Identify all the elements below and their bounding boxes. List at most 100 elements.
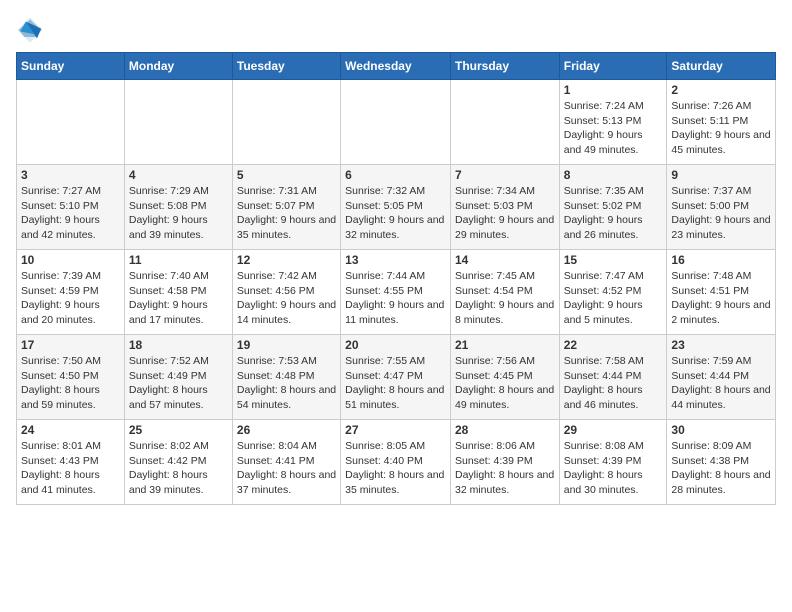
calendar-cell: 8 Sunrise: 7:35 AM Sunset: 5:02 PM Daylig… bbox=[559, 165, 667, 250]
day-number: 26 bbox=[237, 423, 336, 437]
calendar-cell: 18 Sunrise: 7:52 AM Sunset: 4:49 PM Dayli… bbox=[124, 335, 232, 420]
day-info: Sunrise: 7:29 AM Sunset: 5:08 PM Dayligh… bbox=[129, 184, 228, 243]
dow-header-friday: Friday bbox=[559, 53, 667, 80]
dow-header-wednesday: Wednesday bbox=[341, 53, 451, 80]
day-number: 12 bbox=[237, 253, 336, 267]
calendar-cell: 17Sunrise: 7:50 AM Sunset: 4:50 PM Dayli… bbox=[17, 335, 125, 420]
calendar-cell: 9 Sunrise: 7:37 AM Sunset: 5:00 PM Daylig… bbox=[667, 165, 776, 250]
calendar-cell bbox=[450, 80, 559, 165]
day-info: Sunrise: 8:05 AM Sunset: 4:40 PM Dayligh… bbox=[345, 439, 446, 498]
calendar-cell: 21Sunrise: 7:56 AM Sunset: 4:45 PM Dayli… bbox=[450, 335, 559, 420]
day-info: Sunrise: 8:04 AM Sunset: 4:41 PM Dayligh… bbox=[237, 439, 336, 498]
day-info: Sunrise: 7:55 AM Sunset: 4:47 PM Dayligh… bbox=[345, 354, 446, 413]
calendar-cell: 6 Sunrise: 7:32 AM Sunset: 5:05 PM Daylig… bbox=[341, 165, 451, 250]
day-number: 27 bbox=[345, 423, 446, 437]
day-info: Sunrise: 7:32 AM Sunset: 5:05 PM Dayligh… bbox=[345, 184, 446, 243]
day-number: 23 bbox=[671, 338, 771, 352]
day-number: 19 bbox=[237, 338, 336, 352]
day-number: 4 bbox=[129, 168, 228, 182]
day-info: Sunrise: 7:40 AM Sunset: 4:58 PM Dayligh… bbox=[129, 269, 228, 328]
day-number: 10 bbox=[21, 253, 120, 267]
day-info: Sunrise: 7:59 AM Sunset: 4:44 PM Dayligh… bbox=[671, 354, 771, 413]
calendar-cell: 11 Sunrise: 7:40 AM Sunset: 4:58 PM Dayli… bbox=[124, 250, 232, 335]
calendar-cell: 4 Sunrise: 7:29 AM Sunset: 5:08 PM Daylig… bbox=[124, 165, 232, 250]
days-of-week-row: SundayMondayTuesdayWednesdayThursdayFrid… bbox=[17, 53, 776, 80]
day-number: 2 bbox=[671, 83, 771, 97]
calendar-cell bbox=[17, 80, 125, 165]
calendar-cell: 16 Sunrise: 7:48 AM Sunset: 4:51 PM Dayli… bbox=[667, 250, 776, 335]
calendar-cell: 23 Sunrise: 7:59 AM Sunset: 4:44 PM Dayli… bbox=[667, 335, 776, 420]
day-info: Sunrise: 7:56 AM Sunset: 4:45 PM Dayligh… bbox=[455, 354, 555, 413]
calendar-cell: 27 Sunrise: 8:05 AM Sunset: 4:40 PM Dayli… bbox=[341, 420, 451, 505]
day-info: Sunrise: 8:08 AM Sunset: 4:39 PM Dayligh… bbox=[564, 439, 663, 498]
day-info: Sunrise: 7:47 AM Sunset: 4:52 PM Dayligh… bbox=[564, 269, 663, 328]
day-info: Sunrise: 8:09 AM Sunset: 4:38 PM Dayligh… bbox=[671, 439, 771, 498]
calendar-cell: 3 Sunrise: 7:27 AM Sunset: 5:10 PM Daylig… bbox=[17, 165, 125, 250]
calendar-cell: 2 Sunrise: 7:26 AM Sunset: 5:11 PM Daylig… bbox=[667, 80, 776, 165]
day-info: Sunrise: 7:34 AM Sunset: 5:03 PM Dayligh… bbox=[455, 184, 555, 243]
day-number: 28 bbox=[455, 423, 555, 437]
day-number: 30 bbox=[671, 423, 771, 437]
day-info: Sunrise: 7:27 AM Sunset: 5:10 PM Dayligh… bbox=[21, 184, 120, 243]
day-info: Sunrise: 7:42 AM Sunset: 4:56 PM Dayligh… bbox=[237, 269, 336, 328]
day-info: Sunrise: 7:26 AM Sunset: 5:11 PM Dayligh… bbox=[671, 99, 771, 158]
calendar-cell: 7 Sunrise: 7:34 AM Sunset: 5:03 PM Daylig… bbox=[450, 165, 559, 250]
day-number: 3 bbox=[21, 168, 120, 182]
calendar-cell: 22Sunrise: 7:58 AM Sunset: 4:44 PM Dayli… bbox=[559, 335, 667, 420]
day-info: Sunrise: 7:24 AM Sunset: 5:13 PM Dayligh… bbox=[564, 99, 663, 158]
logo bbox=[16, 16, 48, 44]
week-row-5: 24Sunrise: 8:01 AM Sunset: 4:43 PM Dayli… bbox=[17, 420, 776, 505]
day-number: 14 bbox=[455, 253, 555, 267]
week-row-3: 10Sunrise: 7:39 AM Sunset: 4:59 PM Dayli… bbox=[17, 250, 776, 335]
day-number: 13 bbox=[345, 253, 446, 267]
day-number: 15 bbox=[564, 253, 663, 267]
day-info: Sunrise: 7:45 AM Sunset: 4:54 PM Dayligh… bbox=[455, 269, 555, 328]
day-info: Sunrise: 7:48 AM Sunset: 4:51 PM Dayligh… bbox=[671, 269, 771, 328]
calendar-cell: 19 Sunrise: 7:53 AM Sunset: 4:48 PM Dayli… bbox=[232, 335, 340, 420]
calendar-cell: 30 Sunrise: 8:09 AM Sunset: 4:38 PM Dayli… bbox=[667, 420, 776, 505]
dow-header-saturday: Saturday bbox=[667, 53, 776, 80]
calendar-cell: 26 Sunrise: 8:04 AM Sunset: 4:41 PM Dayli… bbox=[232, 420, 340, 505]
week-row-1: 1 Sunrise: 7:24 AM Sunset: 5:13 PM Daylig… bbox=[17, 80, 776, 165]
day-info: Sunrise: 8:06 AM Sunset: 4:39 PM Dayligh… bbox=[455, 439, 555, 498]
calendar-cell bbox=[124, 80, 232, 165]
week-row-4: 17Sunrise: 7:50 AM Sunset: 4:50 PM Dayli… bbox=[17, 335, 776, 420]
calendar-cell: 20 Sunrise: 7:55 AM Sunset: 4:47 PM Dayli… bbox=[341, 335, 451, 420]
day-number: 25 bbox=[129, 423, 228, 437]
calendar-cell: 10Sunrise: 7:39 AM Sunset: 4:59 PM Dayli… bbox=[17, 250, 125, 335]
day-info: Sunrise: 7:37 AM Sunset: 5:00 PM Dayligh… bbox=[671, 184, 771, 243]
day-info: Sunrise: 7:44 AM Sunset: 4:55 PM Dayligh… bbox=[345, 269, 446, 328]
day-info: Sunrise: 7:52 AM Sunset: 4:49 PM Dayligh… bbox=[129, 354, 228, 413]
dow-header-sunday: Sunday bbox=[17, 53, 125, 80]
day-info: Sunrise: 7:35 AM Sunset: 5:02 PM Dayligh… bbox=[564, 184, 663, 243]
dow-header-monday: Monday bbox=[124, 53, 232, 80]
day-number: 5 bbox=[237, 168, 336, 182]
calendar-cell: 13 Sunrise: 7:44 AM Sunset: 4:55 PM Dayli… bbox=[341, 250, 451, 335]
calendar-cell: 1 Sunrise: 7:24 AM Sunset: 5:13 PM Daylig… bbox=[559, 80, 667, 165]
week-row-2: 3 Sunrise: 7:27 AM Sunset: 5:10 PM Daylig… bbox=[17, 165, 776, 250]
dow-header-thursday: Thursday bbox=[450, 53, 559, 80]
day-number: 8 bbox=[564, 168, 663, 182]
calendar-cell bbox=[232, 80, 340, 165]
day-number: 11 bbox=[129, 253, 228, 267]
calendar-cell bbox=[341, 80, 451, 165]
calendar-cell: 15 Sunrise: 7:47 AM Sunset: 4:52 PM Dayli… bbox=[559, 250, 667, 335]
calendar-cell: 28 Sunrise: 8:06 AM Sunset: 4:39 PM Dayli… bbox=[450, 420, 559, 505]
day-info: Sunrise: 7:50 AM Sunset: 4:50 PM Dayligh… bbox=[21, 354, 120, 413]
calendar-cell: 25 Sunrise: 8:02 AM Sunset: 4:42 PM Dayli… bbox=[124, 420, 232, 505]
day-number: 7 bbox=[455, 168, 555, 182]
calendar-cell: 5 Sunrise: 7:31 AM Sunset: 5:07 PM Daylig… bbox=[232, 165, 340, 250]
calendar-cell: 12 Sunrise: 7:42 AM Sunset: 4:56 PM Dayli… bbox=[232, 250, 340, 335]
day-number: 1 bbox=[564, 83, 663, 97]
day-info: Sunrise: 8:02 AM Sunset: 4:42 PM Dayligh… bbox=[129, 439, 228, 498]
calendar-cell: 29Sunrise: 8:08 AM Sunset: 4:39 PM Dayli… bbox=[559, 420, 667, 505]
day-info: Sunrise: 7:58 AM Sunset: 4:44 PM Dayligh… bbox=[564, 354, 663, 413]
day-number: 24 bbox=[21, 423, 120, 437]
day-info: Sunrise: 7:53 AM Sunset: 4:48 PM Dayligh… bbox=[237, 354, 336, 413]
day-info: Sunrise: 7:31 AM Sunset: 5:07 PM Dayligh… bbox=[237, 184, 336, 243]
day-number: 9 bbox=[671, 168, 771, 182]
day-number: 16 bbox=[671, 253, 771, 267]
day-number: 20 bbox=[345, 338, 446, 352]
day-number: 6 bbox=[345, 168, 446, 182]
day-number: 18 bbox=[129, 338, 228, 352]
